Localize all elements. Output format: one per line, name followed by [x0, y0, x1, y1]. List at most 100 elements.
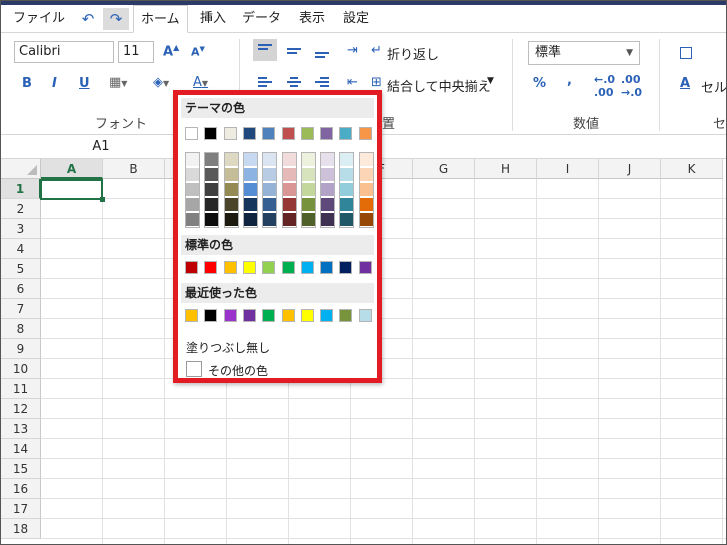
- recent-color-swatch[interactable]: [224, 309, 237, 322]
- decrease-font-icon[interactable]: A▼: [191, 45, 205, 59]
- theme-shade-swatch[interactable]: [225, 153, 238, 166]
- theme-shade-swatch[interactable]: [302, 168, 315, 181]
- increase-font-icon[interactable]: A▲: [163, 43, 179, 59]
- row-header[interactable]: 5: [1, 259, 41, 279]
- column-header[interactable]: B: [103, 159, 165, 179]
- theme-shade-swatch[interactable]: [263, 198, 276, 211]
- recent-color-swatch[interactable]: [320, 309, 333, 322]
- font-color-icon[interactable]: A▼: [193, 75, 208, 90]
- theme-shade-swatch[interactable]: [283, 183, 296, 196]
- number-format-select[interactable]: 標準 ▼: [528, 41, 640, 65]
- row-header[interactable]: 18: [1, 519, 41, 539]
- undo-icon[interactable]: ↶: [75, 8, 101, 30]
- theme-shade-swatch[interactable]: [283, 153, 296, 166]
- column-header[interactable]: A: [41, 159, 103, 179]
- tab-data[interactable]: データ: [242, 5, 281, 33]
- theme-shade-swatch[interactable]: [225, 168, 238, 181]
- column-header[interactable]: I: [537, 159, 599, 179]
- row-header[interactable]: 1: [1, 179, 41, 199]
- theme-shade-swatch[interactable]: [205, 168, 218, 181]
- theme-color-swatch[interactable]: [243, 127, 256, 140]
- theme-shade-swatch[interactable]: [263, 213, 276, 226]
- theme-shade-swatch[interactable]: [321, 198, 334, 211]
- theme-color-swatch[interactable]: [320, 127, 333, 140]
- selected-cell[interactable]: [40, 179, 105, 202]
- column-header[interactable]: H: [475, 159, 537, 179]
- merge-dropdown-icon[interactable]: ▼: [487, 76, 494, 86]
- font-name-input[interactable]: Calibri: [14, 41, 114, 63]
- theme-color-swatch[interactable]: [224, 127, 237, 140]
- merge-icon[interactable]: ⊞: [371, 75, 382, 90]
- theme-color-swatch[interactable]: [359, 127, 372, 140]
- theme-shade-swatch[interactable]: [360, 183, 373, 196]
- theme-color-swatch[interactable]: [185, 127, 198, 140]
- theme-shade-swatch[interactable]: [340, 168, 353, 181]
- indent-icon[interactable]: ⇥: [347, 43, 358, 58]
- standard-color-swatch[interactable]: [224, 261, 237, 274]
- theme-shade-swatch[interactable]: [263, 153, 276, 166]
- row-header[interactable]: 7: [1, 299, 41, 319]
- tab-settings[interactable]: 設定: [343, 5, 369, 33]
- bold-button[interactable]: B: [22, 76, 32, 91]
- recent-color-swatch[interactable]: [282, 309, 295, 322]
- theme-shade-swatch[interactable]: [360, 198, 373, 211]
- theme-shade-swatch[interactable]: [321, 153, 334, 166]
- theme-shade-swatch[interactable]: [263, 183, 276, 196]
- more-colors-option[interactable]: その他の色: [208, 362, 268, 379]
- no-fill-option[interactable]: 塗りつぶし無し: [186, 339, 270, 356]
- recent-color-swatch[interactable]: [359, 309, 372, 322]
- theme-shade-swatch[interactable]: [244, 168, 257, 181]
- theme-shade-swatch[interactable]: [302, 213, 315, 226]
- standard-color-swatch[interactable]: [301, 261, 314, 274]
- theme-shade-swatch[interactable]: [360, 153, 373, 166]
- comma-button[interactable]: ,: [567, 73, 572, 88]
- theme-shade-swatch[interactable]: [205, 198, 218, 211]
- theme-shade-swatch[interactable]: [186, 198, 199, 211]
- row-header[interactable]: 14: [1, 439, 41, 459]
- row-header[interactable]: 6: [1, 279, 41, 299]
- italic-button[interactable]: I: [52, 76, 57, 91]
- standard-color-swatch[interactable]: [243, 261, 256, 274]
- underline-button[interactable]: U: [79, 76, 90, 91]
- theme-shade-swatch[interactable]: [205, 153, 218, 166]
- tab-view[interactable]: 表示: [299, 5, 325, 33]
- tab-home[interactable]: ホーム: [133, 5, 188, 33]
- column-header[interactable]: G: [413, 159, 475, 179]
- wrap-text-icon[interactable]: ↵: [371, 43, 382, 58]
- theme-color-swatch[interactable]: [339, 127, 352, 140]
- recent-color-swatch[interactable]: [204, 309, 217, 322]
- increase-decimal-icon[interactable]: ←.0.00: [594, 73, 615, 99]
- cell-style-button[interactable]: セル: [701, 77, 726, 96]
- standard-color-swatch[interactable]: [282, 261, 295, 274]
- decrease-decimal-icon[interactable]: .00 →.0: [621, 73, 642, 99]
- fill-color-icon[interactable]: ◈▼: [153, 75, 169, 90]
- font-size-input[interactable]: 11: [118, 41, 154, 63]
- percent-button[interactable]: %: [533, 76, 546, 91]
- checkbox-icon[interactable]: [680, 47, 692, 59]
- menu-file[interactable]: ファイル: [13, 5, 65, 33]
- theme-shade-swatch[interactable]: [360, 168, 373, 181]
- theme-color-swatch[interactable]: [204, 127, 217, 140]
- row-header[interactable]: 17: [1, 499, 41, 519]
- tab-insert[interactable]: 挿入: [200, 5, 226, 33]
- theme-shade-swatch[interactable]: [186, 153, 199, 166]
- theme-shade-swatch[interactable]: [340, 183, 353, 196]
- standard-color-swatch[interactable]: [262, 261, 275, 274]
- theme-shade-swatch[interactable]: [225, 183, 238, 196]
- theme-shade-swatch[interactable]: [302, 198, 315, 211]
- align-middle-button[interactable]: [282, 39, 306, 61]
- recent-color-swatch[interactable]: [185, 309, 198, 322]
- theme-shade-swatch[interactable]: [340, 213, 353, 226]
- theme-color-swatch[interactable]: [301, 127, 314, 140]
- theme-shade-swatch[interactable]: [340, 153, 353, 166]
- standard-color-swatch[interactable]: [204, 261, 217, 274]
- standard-color-swatch[interactable]: [185, 261, 198, 274]
- standard-color-swatch[interactable]: [339, 261, 352, 274]
- recent-color-swatch[interactable]: [339, 309, 352, 322]
- theme-shade-swatch[interactable]: [283, 168, 296, 181]
- wrap-text-button[interactable]: 折り返し: [387, 44, 439, 63]
- theme-shade-swatch[interactable]: [205, 213, 218, 226]
- theme-shade-swatch[interactable]: [321, 183, 334, 196]
- column-header[interactable]: K: [661, 159, 723, 179]
- row-header[interactable]: 2: [1, 199, 41, 219]
